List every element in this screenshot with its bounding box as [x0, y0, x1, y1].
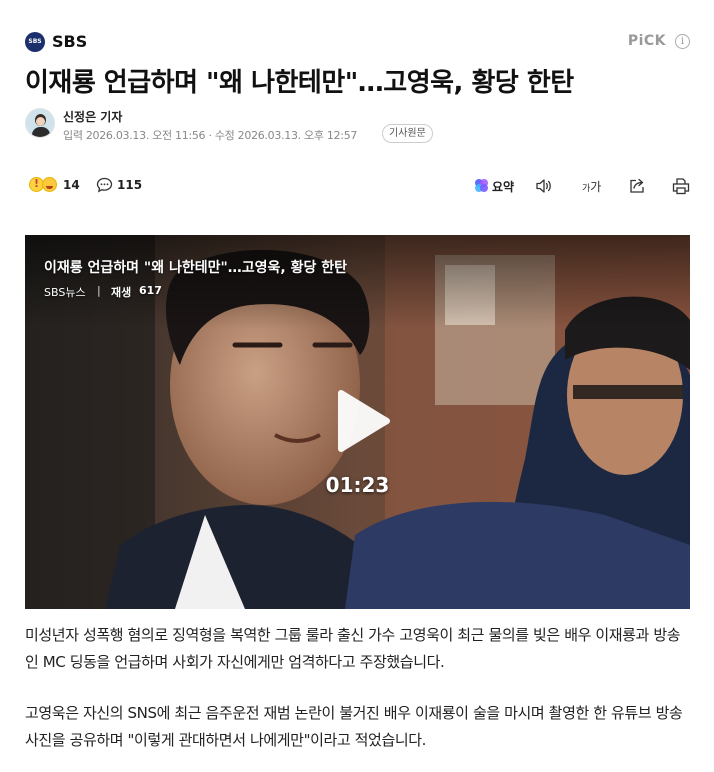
- font-size-large-label: 가: [590, 180, 602, 194]
- press-header: SBS SBS PiCK i: [25, 30, 690, 54]
- share-icon[interactable]: [628, 177, 646, 195]
- original-article-button[interactable]: 기사원문: [382, 124, 433, 143]
- ai-summary-icon[interactable]: [474, 178, 489, 193]
- font-size-icon[interactable]: 가가: [582, 178, 604, 196]
- reaction-count[interactable]: 14: [63, 178, 80, 192]
- print-icon[interactable]: [672, 177, 690, 195]
- comment-count[interactable]: 115: [117, 178, 142, 192]
- article-dates: 입력 2026.03.13. 오전 11:56 · 수정 2026.03.13.…: [63, 129, 358, 142]
- article-paragraph: 고영욱은 자신의 SNS에 최근 음주운전 재범 논란이 불거진 배우 이재룡이…: [25, 704, 683, 749]
- pick-label: PiCK: [627, 33, 666, 49]
- sbs-logo-icon[interactable]: SBS: [25, 32, 45, 52]
- video-views-count: 617: [139, 284, 162, 297]
- summary-button[interactable]: 요약: [492, 178, 514, 195]
- speaker-icon[interactable]: [535, 177, 553, 195]
- video-source: SBS뉴스: [44, 286, 86, 299]
- play-icon[interactable]: [333, 387, 393, 455]
- video-views-label: 재생: [111, 286, 132, 299]
- article-paragraph: 미성년자 성폭행 혐의로 징역형을 복역한 그룹 룰라 출신 가수 고영욱이 최…: [25, 626, 681, 671]
- reporter-avatar[interactable]: [25, 108, 55, 138]
- video-meta-separator: |: [97, 284, 101, 297]
- video-duration: 01:23: [325, 473, 390, 497]
- article-title: 이재룡 언급하며 "왜 나한테만"…고영욱, 황당 한탄: [25, 68, 574, 98]
- reporter-name[interactable]: 신정은 기자: [63, 108, 122, 125]
- reaction-emoji-icon[interactable]: [42, 177, 57, 192]
- article-action-bar: 14 115 요약 가가: [25, 176, 690, 196]
- video-player[interactable]: 이재룡 언급하며 "왜 나한테만"…고영욱, 황당 한탄 SBS뉴스 | 재생 …: [25, 235, 690, 609]
- video-title: 이재룡 언급하며 "왜 나한테만"…고영욱, 황당 한탄: [44, 260, 347, 276]
- info-icon[interactable]: i: [675, 34, 690, 49]
- comment-icon[interactable]: [96, 177, 113, 193]
- press-name[interactable]: SBS: [52, 32, 87, 51]
